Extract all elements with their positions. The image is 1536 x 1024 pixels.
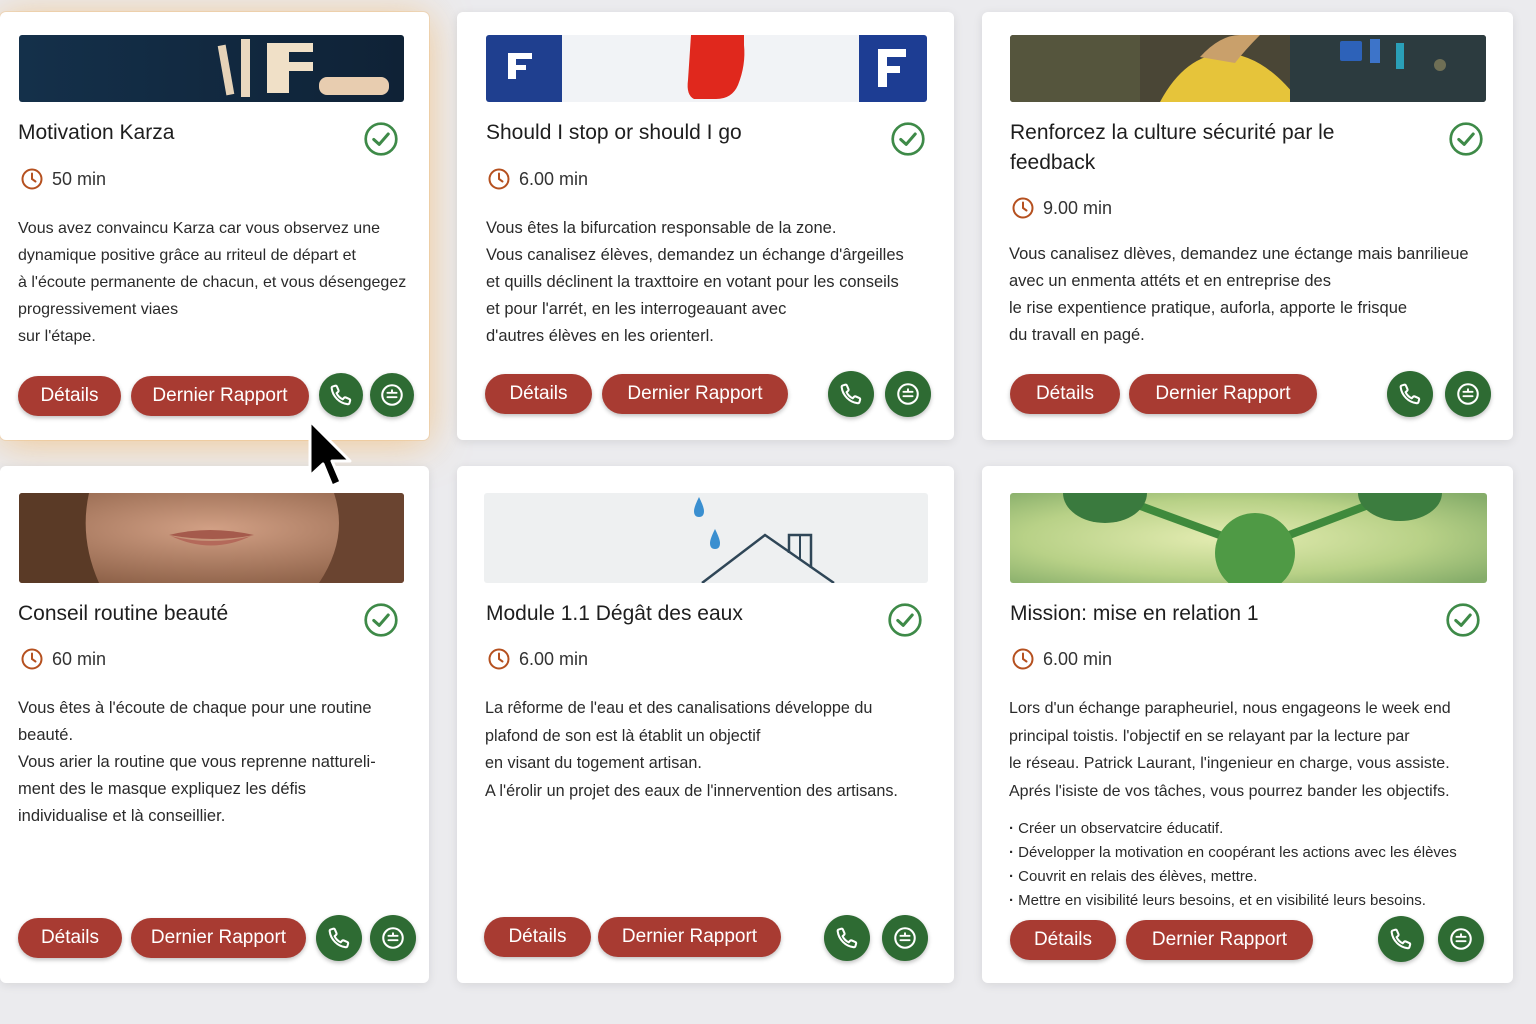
last-report-button[interactable]: Dernier Rapport: [131, 918, 306, 958]
module-card[interactable]: Module 1.1 Dégât des eaux 6.00 min La rê…: [457, 466, 954, 983]
module-title: Mission: mise en relation 1: [1010, 602, 1259, 625]
check-circle-icon: [1445, 602, 1481, 638]
clock-icon: [20, 167, 44, 191]
check-circle-icon: [363, 602, 399, 638]
duration: 6.00 min: [1011, 647, 1112, 671]
call-button[interactable]: [319, 373, 363, 417]
clock-icon: [20, 647, 44, 671]
check-circle-icon: [890, 121, 926, 157]
details-button[interactable]: Détails: [1010, 374, 1120, 414]
module-description: Vous avez convaincu Karza car vous obser…: [18, 220, 407, 345]
duration: 6.00 min: [487, 647, 588, 671]
details-button[interactable]: Détails: [1010, 920, 1116, 960]
clock-icon: [487, 647, 511, 671]
objectives-list: Créer un observatcire éducatif. Développ…: [1009, 817, 1509, 913]
module-card[interactable]: Renforcez la culture sécurité par le fee…: [982, 12, 1513, 440]
chat-button[interactable]: [370, 373, 414, 417]
module-thumbnail: [19, 35, 404, 102]
phone-icon: [838, 381, 864, 407]
details-button[interactable]: Détails: [18, 918, 122, 958]
last-report-button[interactable]: Dernier Rapport: [602, 374, 788, 414]
last-report-button[interactable]: Dernier Rapport: [1126, 920, 1313, 960]
module-description: Vous êtes à l'écoute de chaque pour une …: [18, 699, 376, 825]
module-grid: Motivation Karza 50 min Vous avez convai…: [0, 0, 1536, 1024]
details-button[interactable]: Détails: [18, 376, 121, 416]
module-card[interactable]: Motivation Karza 50 min Vous avez convai…: [0, 12, 429, 440]
duration-value: 60 min: [52, 648, 107, 669]
details-button[interactable]: Détails: [485, 374, 592, 414]
chat-icon: [892, 925, 918, 951]
duration-value: 6.00 min: [1043, 648, 1113, 669]
duration-value: 9.00 min: [1043, 197, 1113, 218]
call-button[interactable]: [1387, 371, 1433, 417]
chat-button[interactable]: [882, 915, 928, 961]
duration: 9.00 min: [1011, 196, 1112, 220]
list-item: Couvrit en relais des élèves, mettre.: [1009, 865, 1509, 889]
last-report-button[interactable]: Dernier Rapport: [131, 376, 309, 416]
chat-button[interactable]: [370, 915, 416, 961]
module-description: Vous êtes la bifurcation responsable de …: [486, 219, 904, 345]
duration: 60 min: [20, 647, 106, 671]
phone-icon: [834, 925, 860, 951]
module-title: Should I stop or should I go: [486, 121, 742, 144]
chat-button[interactable]: [885, 371, 931, 417]
chat-icon: [1455, 381, 1481, 407]
module-description: Vous canalisez dlèves, demandez une écta…: [1009, 245, 1469, 344]
mouse-cursor-icon: [308, 419, 352, 488]
module-title: Renforcez la culture sécurité par le fee…: [1010, 121, 1335, 174]
module-thumbnail: [1010, 35, 1486, 102]
details-button[interactable]: Détails: [484, 917, 591, 957]
module-card[interactable]: Mission: mise en relation 1 6.00 min Lor…: [982, 466, 1513, 983]
check-circle-icon: [887, 602, 923, 638]
last-report-button[interactable]: Dernier Rapport: [598, 917, 781, 957]
duration: 6.00 min: [487, 167, 588, 191]
chat-icon: [379, 382, 405, 408]
call-button[interactable]: [828, 371, 874, 417]
chat-icon: [895, 381, 921, 407]
clock-icon: [1011, 196, 1035, 220]
module-title: Module 1.1 Dégât des eaux: [486, 602, 743, 625]
duration-value: 6.00 min: [519, 648, 589, 669]
phone-icon: [328, 382, 354, 408]
phone-icon: [1388, 926, 1414, 952]
clock-icon: [487, 167, 511, 191]
chat-button[interactable]: [1438, 916, 1484, 962]
duration: 50 min: [20, 167, 106, 191]
chat-icon: [380, 925, 406, 951]
list-item: Créer un observatcire éducatif.: [1009, 817, 1509, 841]
module-thumbnail: [484, 493, 928, 583]
chat-icon: [1448, 926, 1474, 952]
last-report-button[interactable]: Dernier Rapport: [1129, 374, 1317, 414]
duration-value: 6.00 min: [519, 168, 589, 189]
clock-icon: [1011, 647, 1035, 671]
module-card[interactable]: Conseil routine beauté 60 min Vous êtes …: [0, 466, 429, 983]
call-button[interactable]: [824, 915, 870, 961]
check-circle-icon: [1448, 121, 1484, 157]
module-thumbnail: [19, 493, 404, 583]
phone-icon: [1397, 381, 1423, 407]
list-item: Mettre en visibilité leurs besoins, et e…: [1009, 889, 1509, 913]
duration-value: 50 min: [52, 168, 107, 189]
module-title: Conseil routine beauté: [18, 602, 229, 625]
module-description: La rêforme de l'eau et des canalisations…: [485, 699, 898, 800]
call-button[interactable]: [1378, 916, 1424, 962]
module-card[interactable]: Should I stop or should I go 6.00 min Vo…: [457, 12, 954, 440]
module-thumbnail: [1010, 493, 1487, 583]
check-circle-icon: [363, 121, 399, 157]
call-button[interactable]: [316, 915, 362, 961]
list-item: Développer la motivation en coopérant le…: [1009, 841, 1509, 865]
chat-button[interactable]: [1445, 371, 1491, 417]
module-title: Motivation Karza: [18, 121, 175, 144]
phone-icon: [326, 925, 352, 951]
module-thumbnail: [486, 35, 927, 102]
module-description: Lors d'un échange parapheuriel, nous eng…: [1009, 700, 1451, 800]
